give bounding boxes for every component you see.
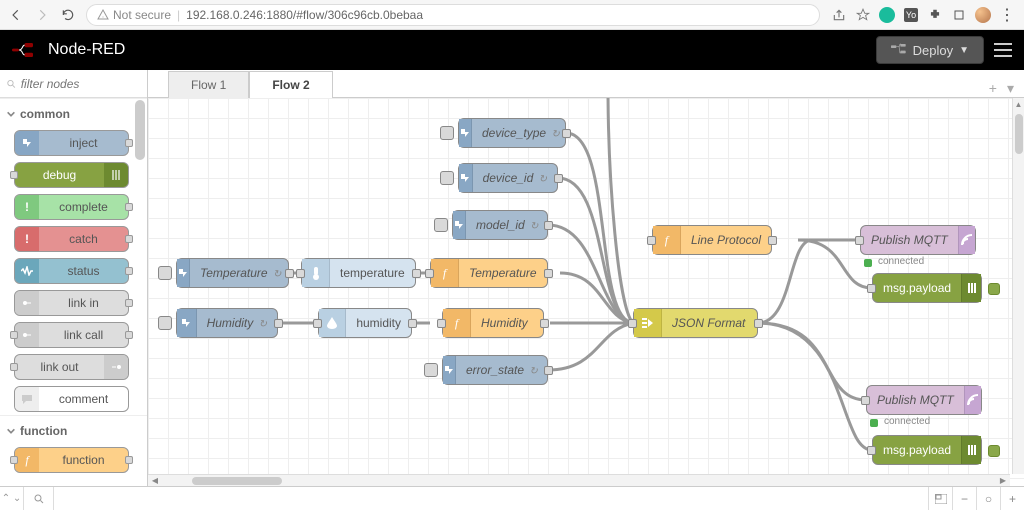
palette-debug[interactable]: debug	[14, 162, 129, 188]
filter-box[interactable]	[0, 70, 147, 98]
menu-button[interactable]	[994, 43, 1012, 57]
back-button[interactable]	[8, 7, 24, 23]
zoom-out-button[interactable]: −	[952, 487, 976, 510]
footer-search[interactable]	[24, 487, 54, 510]
deploy-button[interactable]: Deploy ▼	[876, 36, 984, 64]
address-bar[interactable]: Not secure | 192.168.0.246:1880/#flow/30…	[86, 4, 820, 26]
deploy-icon	[891, 43, 907, 57]
palette-scrollbar[interactable]	[135, 100, 145, 460]
share-icon[interactable]	[830, 6, 848, 24]
security-text: Not secure	[113, 8, 171, 22]
palette: common inject debug !complete !catch sta…	[0, 70, 148, 486]
footer: ⌃ ⌄ − ○ +	[0, 486, 1024, 510]
filter-input[interactable]	[21, 77, 141, 91]
node-debug-2[interactable]: msg.payload	[872, 435, 982, 465]
tab-bar: Flow 1 Flow 2 + ▾	[148, 70, 1024, 98]
status-connected-2: connected	[884, 416, 930, 427]
forward-button[interactable]	[34, 7, 50, 23]
node-mqtt-out-2[interactable]: Publish MQTT	[866, 385, 982, 415]
footer-navigator[interactable]	[928, 487, 952, 510]
palette-complete[interactable]: !complete	[14, 194, 129, 220]
zoom-reset-button[interactable]: ○	[976, 487, 1000, 510]
chevron-down-icon: ▼	[959, 45, 969, 56]
palette-status[interactable]: status	[14, 258, 129, 284]
node-join-json-format[interactable]: JSON Format	[633, 308, 758, 338]
node-inject-device-id[interactable]: device_id ↻	[458, 163, 558, 193]
status-connected-1: connected	[878, 256, 924, 267]
app-title: Node-RED	[48, 41, 125, 59]
extensions-icon[interactable]	[926, 6, 944, 24]
palette-comment[interactable]: comment	[14, 386, 129, 412]
ext-green-icon[interactable]	[878, 6, 896, 24]
profile-avatar[interactable]	[974, 6, 992, 24]
deploy-label: Deploy	[913, 43, 953, 58]
palette-function[interactable]: ffunction	[14, 447, 129, 473]
node-function-temperature[interactable]: fTemperature	[430, 258, 548, 288]
canvas-vscroll[interactable]: ▲	[1012, 98, 1024, 474]
search-icon	[6, 78, 17, 90]
tab-menu-button[interactable]: ▾	[1007, 80, 1014, 97]
zoom-in-button[interactable]: +	[1000, 487, 1024, 510]
category-function[interactable]: function	[0, 415, 147, 444]
status-dot	[864, 259, 872, 267]
add-tab-button[interactable]: +	[989, 80, 997, 97]
node-change-humidity[interactable]: humidity	[318, 308, 412, 338]
tab-flow1[interactable]: Flow 1	[168, 71, 249, 98]
node-inject-error-state[interactable]: error_state ↻	[442, 355, 548, 385]
node-debug-1[interactable]: msg.payload	[872, 273, 982, 303]
url-text: 192.168.0.246:1880/#flow/306c96cb.0bebaa	[186, 8, 423, 22]
palette-inject[interactable]: inject	[14, 130, 129, 156]
logo-icon	[12, 40, 40, 60]
tab-flow2[interactable]: Flow 2	[249, 71, 332, 98]
palette-linkout[interactable]: link out	[14, 354, 129, 380]
node-inject-temperature[interactable]: Temperature ↻	[176, 258, 289, 288]
node-function-line-protocol[interactable]: fLine Protocol	[652, 225, 772, 255]
palette-catch[interactable]: !catch	[14, 226, 129, 252]
kebab-menu-icon[interactable]: ⋮	[998, 6, 1016, 24]
category-common[interactable]: common	[0, 98, 147, 127]
footer-nav-toggle[interactable]: ⌃ ⌄	[0, 487, 24, 510]
palette-linkin[interactable]: link in	[14, 290, 129, 316]
palette-linkcall[interactable]: link call	[14, 322, 129, 348]
star-icon[interactable]	[854, 6, 872, 24]
chevron-down-icon	[6, 426, 16, 436]
node-change-temperature[interactable]: temperature	[301, 258, 416, 288]
chevron-down-icon	[6, 109, 16, 119]
node-function-humidity[interactable]: fHumidity	[442, 308, 544, 338]
flow-canvas[interactable]: device_type ↻ device_id ↻ model_id ↻ Tem…	[148, 98, 1024, 486]
node-inject-humidity[interactable]: Humidity ↻	[176, 308, 278, 338]
node-inject-model-id[interactable]: model_id ↻	[452, 210, 548, 240]
reload-button[interactable]	[60, 7, 76, 23]
node-inject-device-type[interactable]: device_type ↻	[458, 118, 566, 148]
ext-gray-icon[interactable]: Yo	[902, 6, 920, 24]
canvas-hscroll[interactable]: ◀▶	[148, 474, 1010, 486]
window-icon[interactable]	[950, 6, 968, 24]
status-dot	[870, 419, 878, 427]
node-mqtt-out-1[interactable]: Publish MQTT	[860, 225, 976, 255]
